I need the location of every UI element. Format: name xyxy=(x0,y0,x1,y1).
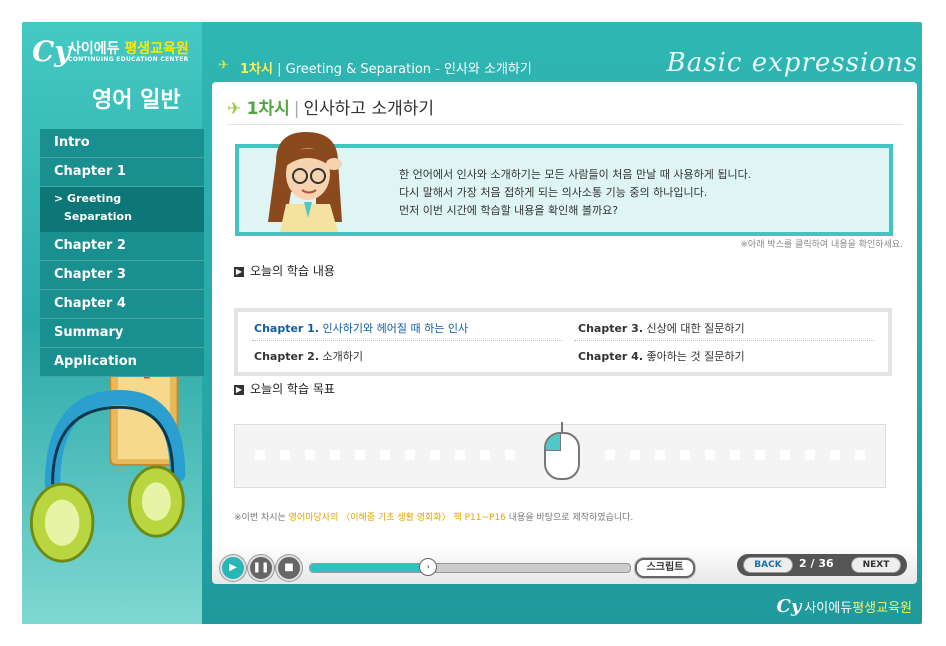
chapter-link-3[interactable]: Chapter 3. 신상에 대한 질문하기 xyxy=(578,320,745,336)
chapter-link-4[interactable]: Chapter 4. 좋아하는 것 질문하기 xyxy=(578,348,745,364)
leaf-icon: ✈ xyxy=(218,58,229,73)
goals-heading: ▶ 오늘의 학습 목표 xyxy=(234,382,335,396)
brand-name: 사이에듀 평생교육원 xyxy=(68,41,189,57)
placeholder-dot xyxy=(380,450,390,460)
nav-application[interactable]: Application xyxy=(40,348,204,377)
placeholder-dot xyxy=(680,450,690,460)
placeholder-dot xyxy=(355,450,365,460)
progress-track[interactable] xyxy=(309,563,631,573)
nav-chapter-4[interactable]: Chapter 4 xyxy=(40,290,204,319)
course-title: 영어 일반 xyxy=(92,88,181,113)
placeholder-dot xyxy=(730,450,740,460)
placeholder-dot xyxy=(505,450,515,460)
placeholder-dot xyxy=(430,450,440,460)
placeholder-dot xyxy=(280,450,290,460)
chapter-nav: Intro Chapter 1 > Greeting Separation Ch… xyxy=(40,129,204,377)
divider xyxy=(574,340,874,342)
top-breadcrumb-bar: ✈ 1차시 | Greeting & Separation - 인사와 소개하기… xyxy=(208,48,918,82)
placeholder-dot xyxy=(855,450,865,460)
chapter-link-2[interactable]: Chapter 2. 소개하기 xyxy=(254,348,363,364)
placeholder-dot xyxy=(630,450,640,460)
source-note: ※이번 차시는 영어마당사의 〈이해중 기초 생활 영회화〉 책 P11~P16… xyxy=(234,513,634,523)
placeholder-dot xyxy=(780,450,790,460)
placeholder-dot xyxy=(605,450,615,460)
title-divider xyxy=(227,124,903,125)
play-icon: ▶ xyxy=(229,562,237,573)
nav-summary[interactable]: Summary xyxy=(40,319,204,348)
divider xyxy=(252,340,562,342)
placeholder-dot xyxy=(305,450,315,460)
headphones-books-illustration xyxy=(30,349,186,563)
page-indicator: 2 / 36 xyxy=(799,557,834,570)
section-script-title: Basic expressions xyxy=(666,48,918,78)
leaf-icon: ✈ xyxy=(227,99,242,119)
nav-sub-separation[interactable]: Separation xyxy=(54,208,204,226)
placeholder-dot xyxy=(455,450,465,460)
content-panel: ✈ 1차시 | 인사하고 소개하기 한 언어에서 인사와 소개하기는 모든 사람들이… xyxy=(212,82,917,562)
placeholder-dot xyxy=(655,450,665,460)
page-navigator: BACK 2 / 36 NEXT xyxy=(737,554,907,576)
footer-logo: Cy 사이에듀평생교육원 xyxy=(776,596,912,617)
next-button[interactable]: NEXT xyxy=(851,557,901,573)
placeholder-dot xyxy=(755,450,765,460)
page-title: ✈ 1차시 | 인사하고 소개하기 xyxy=(227,99,435,119)
nav-chapter-3[interactable]: Chapter 3 xyxy=(40,261,204,290)
girl-character-illustration xyxy=(268,132,342,232)
progress-knob[interactable]: › xyxy=(419,558,438,576)
breadcrumb: 1차시 | Greeting & Separation - 인사와 소개하기 xyxy=(240,62,532,77)
pause-icon: ❚❚ xyxy=(252,562,270,573)
mouse-click-icon[interactable] xyxy=(544,422,580,480)
brand-subtitle: CONTINUING EDUCATION CENTER xyxy=(68,56,189,63)
play-button[interactable]: ▶ xyxy=(220,555,246,581)
progress-fill xyxy=(310,564,429,572)
intro-text: 한 언어에서 인사와 소개하기는 모든 사람들이 처음 만날 때 사용하게 됩니… xyxy=(399,168,752,217)
pause-button[interactable]: ❚❚ xyxy=(248,555,274,581)
nav-chapter-1-sub: > Greeting Separation xyxy=(40,187,204,232)
placeholder-dot xyxy=(255,450,265,460)
nav-chapter-1[interactable]: Chapter 1 xyxy=(40,158,204,187)
placeholder-dot xyxy=(805,450,815,460)
placeholder-dot xyxy=(480,450,490,460)
stop-icon: ■ xyxy=(284,562,294,573)
stop-button[interactable]: ■ xyxy=(276,555,302,581)
contents-heading: ▶ 오늘의 학습 내용 xyxy=(234,264,335,278)
chapter-list: Chapter 1. 인사하기와 헤어질 때 하는 인사 Chapter 2. … xyxy=(234,308,892,376)
cy-logo: Cy xyxy=(32,35,71,68)
play-square-icon: ▶ xyxy=(234,384,244,395)
chapter-link-1[interactable]: Chapter 1. 인사하기와 헤어질 때 하는 인사 xyxy=(254,320,468,336)
nav-sub-greeting[interactable]: > Greeting xyxy=(54,190,204,208)
placeholder-dot xyxy=(705,450,715,460)
script-button[interactable]: 스크립트 xyxy=(635,558,695,578)
nav-chapter-2[interactable]: Chapter 2 xyxy=(40,232,204,261)
player-control-bar: ▶ ❚❚ ■ › 스크립트 BACK 2 / 36 NEXT xyxy=(212,546,917,584)
click-instruction: ※아래 박스를 클릭하여 내용을 확인하세요. xyxy=(740,240,903,250)
play-square-icon: ▶ xyxy=(234,266,244,277)
placeholder-dot xyxy=(330,450,340,460)
placeholder-dot xyxy=(405,450,415,460)
placeholder-dot xyxy=(830,450,840,460)
nav-intro[interactable]: Intro xyxy=(40,129,204,158)
goals-reveal-box[interactable] xyxy=(234,422,886,488)
back-button[interactable]: BACK xyxy=(743,557,793,573)
